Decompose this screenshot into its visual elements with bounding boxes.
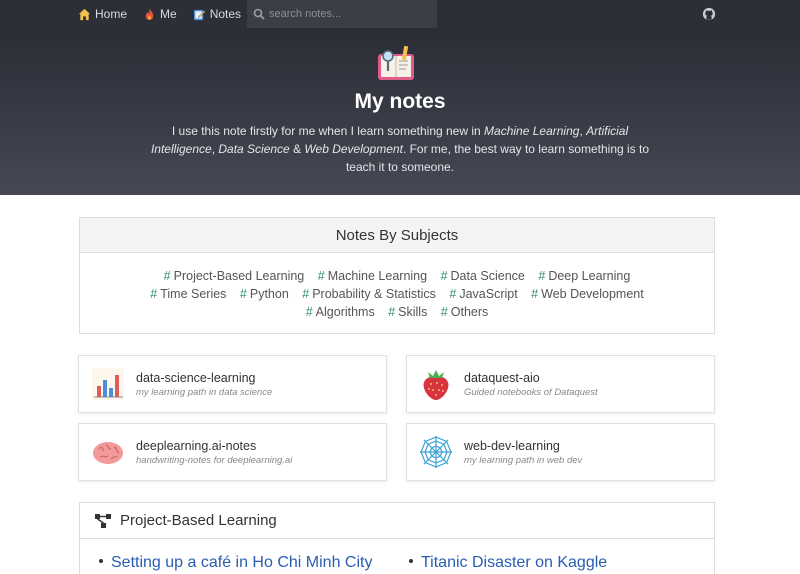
tag-python[interactable]: # Python [240, 285, 289, 303]
tag-deep-learning[interactable]: # Deep Learning [538, 267, 630, 285]
nav-me-label: Me [160, 7, 177, 21]
nav-notes[interactable]: Notes [193, 7, 241, 21]
card-title: dataquest-aio [464, 370, 540, 385]
hero-desc-text-1: I use this note firstly for me when I le… [171, 124, 485, 138]
hero-desc-wd: Web Development [304, 142, 403, 156]
card-title: deeplearning.ai-notes [136, 438, 257, 453]
tag-label: Project-Based Learning [173, 269, 305, 283]
tag-label: Python [249, 287, 289, 301]
pencil-note-icon [193, 9, 206, 20]
subjects-title: Notes By Subjects [80, 218, 714, 253]
flowchart-icon [95, 513, 111, 528]
repo-card-deeplearning-ai-notes[interactable]: deeplearning.ai-notes handwriting-notes … [78, 423, 387, 481]
hero-banner: My notes I use this note firstly for me … [0, 28, 800, 195]
home-icon [78, 8, 91, 20]
tag-data-science[interactable]: # Data Science [441, 267, 525, 285]
repo-card-data-science-learning[interactable]: data-science-learning my learning path i… [78, 355, 387, 413]
card-subtitle: my learning path in data science [136, 386, 273, 398]
tag-others[interactable]: # Others [441, 303, 488, 321]
hero-desc-text-4: & [289, 142, 305, 156]
hash-icon: # [317, 269, 325, 283]
spider-web-icon [420, 436, 452, 468]
hash-icon: # [538, 269, 546, 283]
card-subtitle: Guided notebooks of Dataquest [464, 386, 598, 398]
project-section-title: Project-Based Learning [120, 512, 277, 529]
github-icon[interactable] [702, 7, 716, 21]
notebook-magnifier-icon [378, 45, 414, 80]
hash-icon: # [302, 287, 310, 301]
repo-card-web-dev-learning[interactable]: web-dev-learning my learning path in web… [406, 423, 715, 481]
tag-label: Web Development [541, 287, 644, 301]
bar-chart-icon [92, 368, 124, 400]
card-text: dataquest-aio Guided notebooks of Dataqu… [464, 371, 598, 398]
repo-card-dataquest-aio[interactable]: dataquest-aio Guided notebooks of Dataqu… [406, 355, 715, 413]
search-box [247, 0, 437, 28]
card-text: web-dev-learning my learning path in web… [464, 439, 582, 466]
fire-icon [145, 8, 154, 20]
hero-desc-ml: Machine Learning [484, 124, 580, 138]
card-text: deeplearning.ai-notes handwriting-notes … [136, 439, 292, 466]
tag-label: Skills [398, 305, 428, 319]
tag-skills[interactable]: # Skills [388, 303, 427, 321]
project-section-header: Project-Based Learning [80, 503, 714, 539]
tag-label: Time Series [160, 287, 227, 301]
tag-probability-statistics[interactable]: # Probability & Statistics [302, 285, 436, 303]
project-section: Project-Based Learning Setting up a café… [79, 502, 715, 574]
hash-icon: # [239, 287, 247, 301]
hash-icon: # [440, 305, 448, 319]
subject-tags: # Project-Based Learning # Machine Learnin… [80, 253, 714, 321]
hash-icon: # [305, 305, 313, 319]
tag-machine-learning[interactable]: # Machine Learning [318, 267, 427, 285]
card-subtitle: my learning path in web dev [464, 454, 583, 466]
nav-me[interactable]: Me [143, 7, 177, 21]
tag-label: Probability & Statistics [312, 287, 436, 301]
hero-description: I use this note firstly for me when I le… [150, 122, 650, 176]
nav-notes-label: Notes [209, 7, 242, 21]
hash-icon: # [449, 287, 457, 301]
card-subtitle: handwriting-notes for deeplearning.ai [136, 454, 293, 466]
strawberry-icon [423, 370, 449, 400]
search-input[interactable] [269, 8, 429, 20]
subjects-card: Notes By Subjects # Project-Based Learnin… [79, 217, 715, 334]
tag-label: Algorithms [315, 305, 375, 319]
tag-label: JavaScript [459, 287, 518, 301]
hash-icon: # [163, 269, 171, 283]
page-title: My notes [354, 90, 446, 113]
card-title: data-science-learning [136, 370, 256, 385]
brain-icon [93, 442, 123, 464]
search-icon [253, 8, 265, 20]
project-link-titanic[interactable]: Titanic Disaster on Kaggle [408, 554, 607, 572]
tag-label: Machine Learning [327, 269, 428, 283]
top-navbar: Home Me Notes [0, 0, 800, 28]
hash-icon: # [388, 305, 396, 319]
tag-algorithms[interactable]: # Algorithms [306, 303, 375, 321]
project-link-cafe[interactable]: Setting up a café in Ho Chi Minh City [98, 554, 372, 572]
tag-time-series[interactable]: # Time Series [150, 285, 226, 303]
card-title: web-dev-learning [464, 438, 560, 453]
hash-icon: # [531, 287, 539, 301]
tag-label: Data Science [450, 269, 525, 283]
tag-project-based-learning[interactable]: # Project-Based Learning [164, 267, 305, 285]
tag-javascript[interactable]: # JavaScript [449, 285, 517, 303]
hash-icon: # [440, 269, 448, 283]
tag-web-development[interactable]: # Web Development [531, 285, 644, 303]
nav-home-label: Home [95, 7, 128, 21]
hero-desc-ds: Data Science [218, 142, 290, 156]
nav-home[interactable]: Home [78, 7, 127, 21]
tag-label: Deep Learning [548, 269, 631, 283]
hash-icon: # [150, 287, 158, 301]
tag-label: Others [450, 305, 489, 319]
card-text: data-science-learning my learning path i… [136, 371, 272, 398]
